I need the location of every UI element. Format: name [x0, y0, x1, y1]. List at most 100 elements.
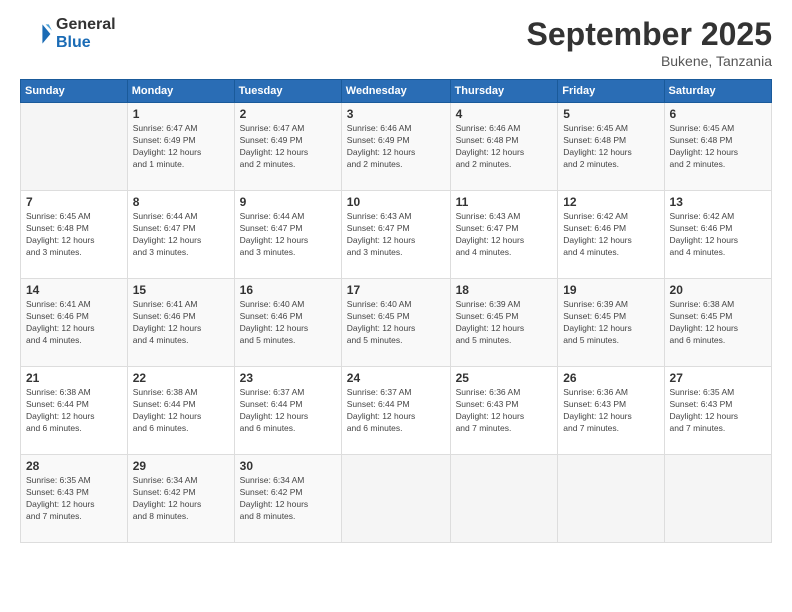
day-number: 11: [456, 195, 553, 209]
day-number: 5: [563, 107, 658, 121]
calendar-cell: 7 Sunrise: 6:45 AM Sunset: 6:48 PM Daylig…: [21, 191, 128, 279]
day-info: Sunrise: 6:36 AM Sunset: 6:43 PM Dayligh…: [456, 387, 553, 435]
calendar-cell: [21, 103, 128, 191]
calendar-cell: 30 Sunrise: 6:34 AM Sunset: 6:42 PM Dayli…: [234, 455, 341, 543]
day-info: Sunrise: 6:47 AM Sunset: 6:49 PM Dayligh…: [240, 123, 336, 171]
calendar-cell: 13 Sunrise: 6:42 AM Sunset: 6:46 PM Dayli…: [664, 191, 771, 279]
week-row-3: 21 Sunrise: 6:38 AM Sunset: 6:44 PM Dayli…: [21, 367, 772, 455]
calendar-cell: [558, 455, 664, 543]
calendar-cell: 3 Sunrise: 6:46 AM Sunset: 6:49 PM Daylig…: [341, 103, 450, 191]
day-number: 16: [240, 283, 336, 297]
day-info: Sunrise: 6:35 AM Sunset: 6:43 PM Dayligh…: [670, 387, 766, 435]
calendar-cell: 12 Sunrise: 6:42 AM Sunset: 6:46 PM Dayli…: [558, 191, 664, 279]
calendar-cell: 14 Sunrise: 6:41 AM Sunset: 6:46 PM Dayli…: [21, 279, 128, 367]
col-header-thursday: Thursday: [450, 80, 558, 103]
day-number: 22: [133, 371, 229, 385]
day-number: 10: [347, 195, 445, 209]
month-title: September 2025: [527, 16, 772, 53]
calendar-cell: [341, 455, 450, 543]
day-info: Sunrise: 6:40 AM Sunset: 6:45 PM Dayligh…: [347, 299, 445, 347]
calendar-cell: 26Sunrise: 6:36 AM Sunset: 6:43 PM Dayli…: [558, 367, 664, 455]
title-block: September 2025 Bukene, Tanzania: [527, 16, 772, 69]
day-number: 3: [347, 107, 445, 121]
day-number: 18: [456, 283, 553, 297]
day-info: Sunrise: 6:43 AM Sunset: 6:47 PM Dayligh…: [456, 211, 553, 259]
day-info: Sunrise: 6:41 AM Sunset: 6:46 PM Dayligh…: [133, 299, 229, 347]
day-number: 15: [133, 283, 229, 297]
calendar-cell: 19 Sunrise: 6:39 AM Sunset: 6:45 PM Dayli…: [558, 279, 664, 367]
day-number: 1: [133, 107, 229, 121]
calendar-cell: 15 Sunrise: 6:41 AM Sunset: 6:46 PM Dayli…: [127, 279, 234, 367]
day-info: Sunrise: 6:42 AM Sunset: 6:46 PM Dayligh…: [670, 211, 766, 259]
day-info: Sunrise: 6:41 AM Sunset: 6:46 PM Dayligh…: [26, 299, 122, 347]
calendar-cell: 2Sunrise: 6:47 AM Sunset: 6:49 PM Daylig…: [234, 103, 341, 191]
logo-icon: [20, 18, 52, 50]
day-info: Sunrise: 6:38 AM Sunset: 6:44 PM Dayligh…: [133, 387, 229, 435]
day-number: 17: [347, 283, 445, 297]
calendar-cell: 16 Sunrise: 6:40 AM Sunset: 6:46 PM Dayli…: [234, 279, 341, 367]
header: General Blue September 2025 Bukene, Tanz…: [20, 16, 772, 69]
day-number: 30: [240, 459, 336, 473]
calendar-cell: 9 Sunrise: 6:44 AM Sunset: 6:47 PM Daylig…: [234, 191, 341, 279]
day-info: Sunrise: 6:44 AM Sunset: 6:47 PM Dayligh…: [240, 211, 336, 259]
day-info: Sunrise: 6:35 AM Sunset: 6:43 PM Dayligh…: [26, 475, 122, 523]
day-info: Sunrise: 6:38 AM Sunset: 6:44 PM Dayligh…: [26, 387, 122, 435]
calendar-cell: 17 Sunrise: 6:40 AM Sunset: 6:45 PM Dayli…: [341, 279, 450, 367]
day-number: 19: [563, 283, 658, 297]
calendar-cell: [450, 455, 558, 543]
page: General Blue September 2025 Bukene, Tanz…: [0, 0, 792, 612]
col-header-sunday: Sunday: [21, 80, 128, 103]
calendar-cell: 4Sunrise: 6:46 AM Sunset: 6:48 PM Daylig…: [450, 103, 558, 191]
calendar-cell: 24 Sunrise: 6:37 AM Sunset: 6:44 PM Dayli…: [341, 367, 450, 455]
day-info: Sunrise: 6:39 AM Sunset: 6:45 PM Dayligh…: [563, 299, 658, 347]
col-header-wednesday: Wednesday: [341, 80, 450, 103]
week-row-4: 28 Sunrise: 6:35 AM Sunset: 6:43 PM Dayli…: [21, 455, 772, 543]
day-number: 7: [26, 195, 122, 209]
header-row: SundayMondayTuesdayWednesdayThursdayFrid…: [21, 80, 772, 103]
day-info: Sunrise: 6:44 AM Sunset: 6:47 PM Dayligh…: [133, 211, 229, 259]
day-info: Sunrise: 6:34 AM Sunset: 6:42 PM Dayligh…: [133, 475, 229, 523]
day-number: 28: [26, 459, 122, 473]
calendar-cell: 1 Sunrise: 6:47 AM Sunset: 6:49 PM Daylig…: [127, 103, 234, 191]
calendar-cell: 5Sunrise: 6:45 AM Sunset: 6:48 PM Daylig…: [558, 103, 664, 191]
calendar-cell: 25 Sunrise: 6:36 AM Sunset: 6:43 PM Dayli…: [450, 367, 558, 455]
day-number: 4: [456, 107, 553, 121]
col-header-friday: Friday: [558, 80, 664, 103]
day-info: Sunrise: 6:37 AM Sunset: 6:44 PM Dayligh…: [347, 387, 445, 435]
calendar-cell: 6 Sunrise: 6:45 AM Sunset: 6:48 PM Daylig…: [664, 103, 771, 191]
day-number: 14: [26, 283, 122, 297]
col-header-monday: Monday: [127, 80, 234, 103]
day-number: 20: [670, 283, 766, 297]
logo-general: General: [56, 16, 116, 34]
day-number: 24: [347, 371, 445, 385]
day-number: 12: [563, 195, 658, 209]
calendar-cell: 10 Sunrise: 6:43 AM Sunset: 6:47 PM Dayli…: [341, 191, 450, 279]
calendar-cell: 23Sunrise: 6:37 AM Sunset: 6:44 PM Dayli…: [234, 367, 341, 455]
col-header-tuesday: Tuesday: [234, 80, 341, 103]
calendar-cell: 21 Sunrise: 6:38 AM Sunset: 6:44 PM Dayli…: [21, 367, 128, 455]
day-info: Sunrise: 6:46 AM Sunset: 6:49 PM Dayligh…: [347, 123, 445, 171]
day-info: Sunrise: 6:37 AM Sunset: 6:44 PM Dayligh…: [240, 387, 336, 435]
day-info: Sunrise: 6:45 AM Sunset: 6:48 PM Dayligh…: [670, 123, 766, 171]
day-number: 9: [240, 195, 336, 209]
day-number: 13: [670, 195, 766, 209]
calendar-cell: 8 Sunrise: 6:44 AM Sunset: 6:47 PM Daylig…: [127, 191, 234, 279]
week-row-2: 14 Sunrise: 6:41 AM Sunset: 6:46 PM Dayli…: [21, 279, 772, 367]
calendar-cell: [664, 455, 771, 543]
day-number: 25: [456, 371, 553, 385]
day-info: Sunrise: 6:34 AM Sunset: 6:42 PM Dayligh…: [240, 475, 336, 523]
week-row-1: 7 Sunrise: 6:45 AM Sunset: 6:48 PM Daylig…: [21, 191, 772, 279]
day-number: 8: [133, 195, 229, 209]
location: Bukene, Tanzania: [527, 53, 772, 69]
day-info: Sunrise: 6:42 AM Sunset: 6:46 PM Dayligh…: [563, 211, 658, 259]
day-info: Sunrise: 6:47 AM Sunset: 6:49 PM Dayligh…: [133, 123, 229, 171]
day-number: 6: [670, 107, 766, 121]
logo: General Blue: [20, 16, 116, 51]
day-info: Sunrise: 6:45 AM Sunset: 6:48 PM Dayligh…: [26, 211, 122, 259]
day-info: Sunrise: 6:38 AM Sunset: 6:45 PM Dayligh…: [670, 299, 766, 347]
day-number: 21: [26, 371, 122, 385]
calendar-cell: 20 Sunrise: 6:38 AM Sunset: 6:45 PM Dayli…: [664, 279, 771, 367]
day-info: Sunrise: 6:43 AM Sunset: 6:47 PM Dayligh…: [347, 211, 445, 259]
calendar-cell: 18Sunrise: 6:39 AM Sunset: 6:45 PM Dayli…: [450, 279, 558, 367]
day-info: Sunrise: 6:40 AM Sunset: 6:46 PM Dayligh…: [240, 299, 336, 347]
